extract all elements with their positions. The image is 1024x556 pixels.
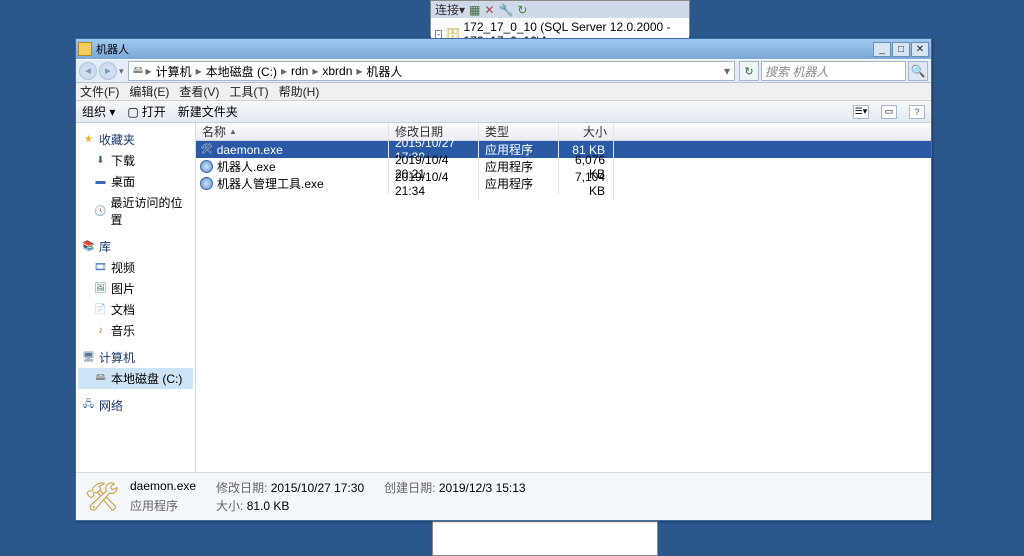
document-icon: 📄 [94,304,107,316]
details-size: 81.0 KB [247,499,290,513]
refresh-button[interactable]: ↻ [739,61,759,81]
command-bar: 组织 ▾ ▢打开 新建文件夹 ☰▾ ▭ ? [76,101,931,123]
ssms-connect-label: 连接▾ [435,1,465,18]
window-title: 机器人 [96,41,873,57]
details-type: 应用程序 [130,497,196,514]
view-options-button[interactable]: ☰▾ [853,105,869,119]
column-type[interactable]: 类型 [479,123,559,140]
details-moddate: 2015/10/27 17:30 [271,481,364,495]
open-icon: ▢ [127,105,138,119]
column-headers: 名称 ▲ 修改日期 类型 大小 [196,123,931,141]
breadcrumb-seg[interactable]: 本地磁盘 (C:) [203,63,280,80]
picture-icon: 🖼 [94,283,107,295]
drive-icon: 🖴 [94,373,107,385]
column-name[interactable]: 名称 ▲ [196,123,389,140]
minimize-button[interactable]: _ [873,42,891,57]
sidebar-network[interactable]: 🖧网络 [78,395,193,416]
close-button[interactable]: ✕ [911,42,929,57]
navigation-pane: ★收藏夹 ⬇下载 ▬桌面 🕓最近访问的位置 📚库 🎞视频 🖼图片 📄文档 ♪音乐… [76,123,196,472]
drive-icon: 🖴 [132,65,145,77]
sidebar-item-pictures[interactable]: 🖼图片 [78,278,193,299]
file-rows: 🛠daemon.exe 2015/10/27 17:30 应用程序 81 KB … [196,141,931,472]
sidebar-item-recent[interactable]: 🕓最近访问的位置 [78,192,193,230]
sidebar-item-downloads[interactable]: ⬇下载 [78,150,193,171]
details-size-label: 大小: [216,499,243,513]
details-pane: 🛠 daemon.exe 修改日期: 2015/10/27 17:30 创建日期… [76,472,931,520]
file-large-icon: 🛠 [84,479,120,515]
menu-bar: 文件(F) 编辑(E) 查看(V) 工具(T) 帮助(H) [76,83,931,101]
search-placeholder: 搜索 机器人 [765,63,828,80]
sidebar-item-documents[interactable]: 📄文档 [78,299,193,320]
help-button[interactable]: ? [909,105,925,119]
column-size[interactable]: 大小 [559,123,614,140]
background-window-bottom [432,521,658,556]
back-button[interactable]: ◄ [79,62,97,80]
video-icon: 🎞 [94,262,107,274]
menu-edit[interactable]: 编辑(E) [129,83,169,100]
address-bar: ◄ ► ▾ 🖴 ▸ 计算机▸ 本地磁盘 (C:)▸ rdn▸ xbrdn▸ 机器… [76,59,931,83]
app-icon: 🛠 [200,144,213,155]
breadcrumb-seg[interactable]: 机器人 [363,63,405,80]
preview-pane-button[interactable]: ▭ [881,105,897,119]
sidebar-item-music[interactable]: ♪音乐 [78,320,193,341]
computer-icon: 🖥 [82,352,95,364]
details-moddate-label: 修改日期: [216,481,267,495]
maximize-button[interactable]: □ [892,42,910,57]
breadcrumb[interactable]: 🖴 ▸ 计算机▸ 本地磁盘 (C:)▸ rdn▸ xbrdn▸ 机器人 ▾ [128,61,735,81]
breadcrumb-seg[interactable]: xbrdn [319,64,355,78]
download-icon: ⬇ [94,155,107,167]
open-button[interactable]: ▢打开 [127,103,165,120]
search-input[interactable]: 搜索 机器人 [761,61,906,81]
sidebar-favorites[interactable]: ★收藏夹 [78,129,193,150]
search-icon[interactable]: 🔍 [908,61,928,81]
sidebar-libraries[interactable]: 📚库 [78,236,193,257]
recent-icon: 🕓 [94,205,106,217]
network-icon: 🖧 [82,400,95,412]
details-createdate-label: 创建日期: [384,481,435,495]
sidebar-computer[interactable]: 🖥计算机 [78,347,193,368]
history-dropdown-icon[interactable]: ▾ [119,66,124,77]
sidebar-item-drive-c[interactable]: 🖴本地磁盘 (C:) [78,368,193,389]
menu-help[interactable]: 帮助(H) [279,83,320,100]
sidebar-item-videos[interactable]: 🎞视频 [78,257,193,278]
app-icon [200,177,213,190]
folder-icon [78,42,92,56]
breadcrumb-seg[interactable]: rdn [288,64,311,78]
file-row[interactable]: 机器人管理工具.exe 2019/10/4 21:34 应用程序 7,104 K… [196,175,931,192]
details-filename: daemon.exe [130,479,196,496]
app-icon [200,160,213,173]
details-createdate: 2019/12/3 15:13 [439,481,526,495]
sidebar-item-desktop[interactable]: ▬桌面 [78,171,193,192]
organize-button[interactable]: 组织 ▾ [82,103,115,120]
forward-button[interactable]: ► [99,62,117,80]
breadcrumb-seg[interactable]: 计算机 [153,63,195,80]
new-folder-button[interactable]: 新建文件夹 [178,103,238,120]
menu-view[interactable]: 查看(V) [179,83,219,100]
music-icon: ♪ [94,325,107,337]
file-list: 名称 ▲ 修改日期 类型 大小 🛠daemon.exe 2015/10/27 1… [196,123,931,472]
library-icon: 📚 [82,241,95,253]
menu-tools[interactable]: 工具(T) [229,83,268,100]
star-icon: ★ [82,134,95,146]
explorer-window: 机器人 _ □ ✕ ◄ ► ▾ 🖴 ▸ 计算机▸ 本地磁盘 (C:)▸ rdn▸… [75,38,932,521]
titlebar[interactable]: 机器人 _ □ ✕ [76,39,931,59]
menu-file[interactable]: 文件(F) [80,83,119,100]
desktop-icon: ▬ [94,176,107,188]
background-ssms-window: 连接▾ ▦✕🔧↻ - 🗄 172_17_0_10 (SQL Server 12.… [430,0,690,36]
